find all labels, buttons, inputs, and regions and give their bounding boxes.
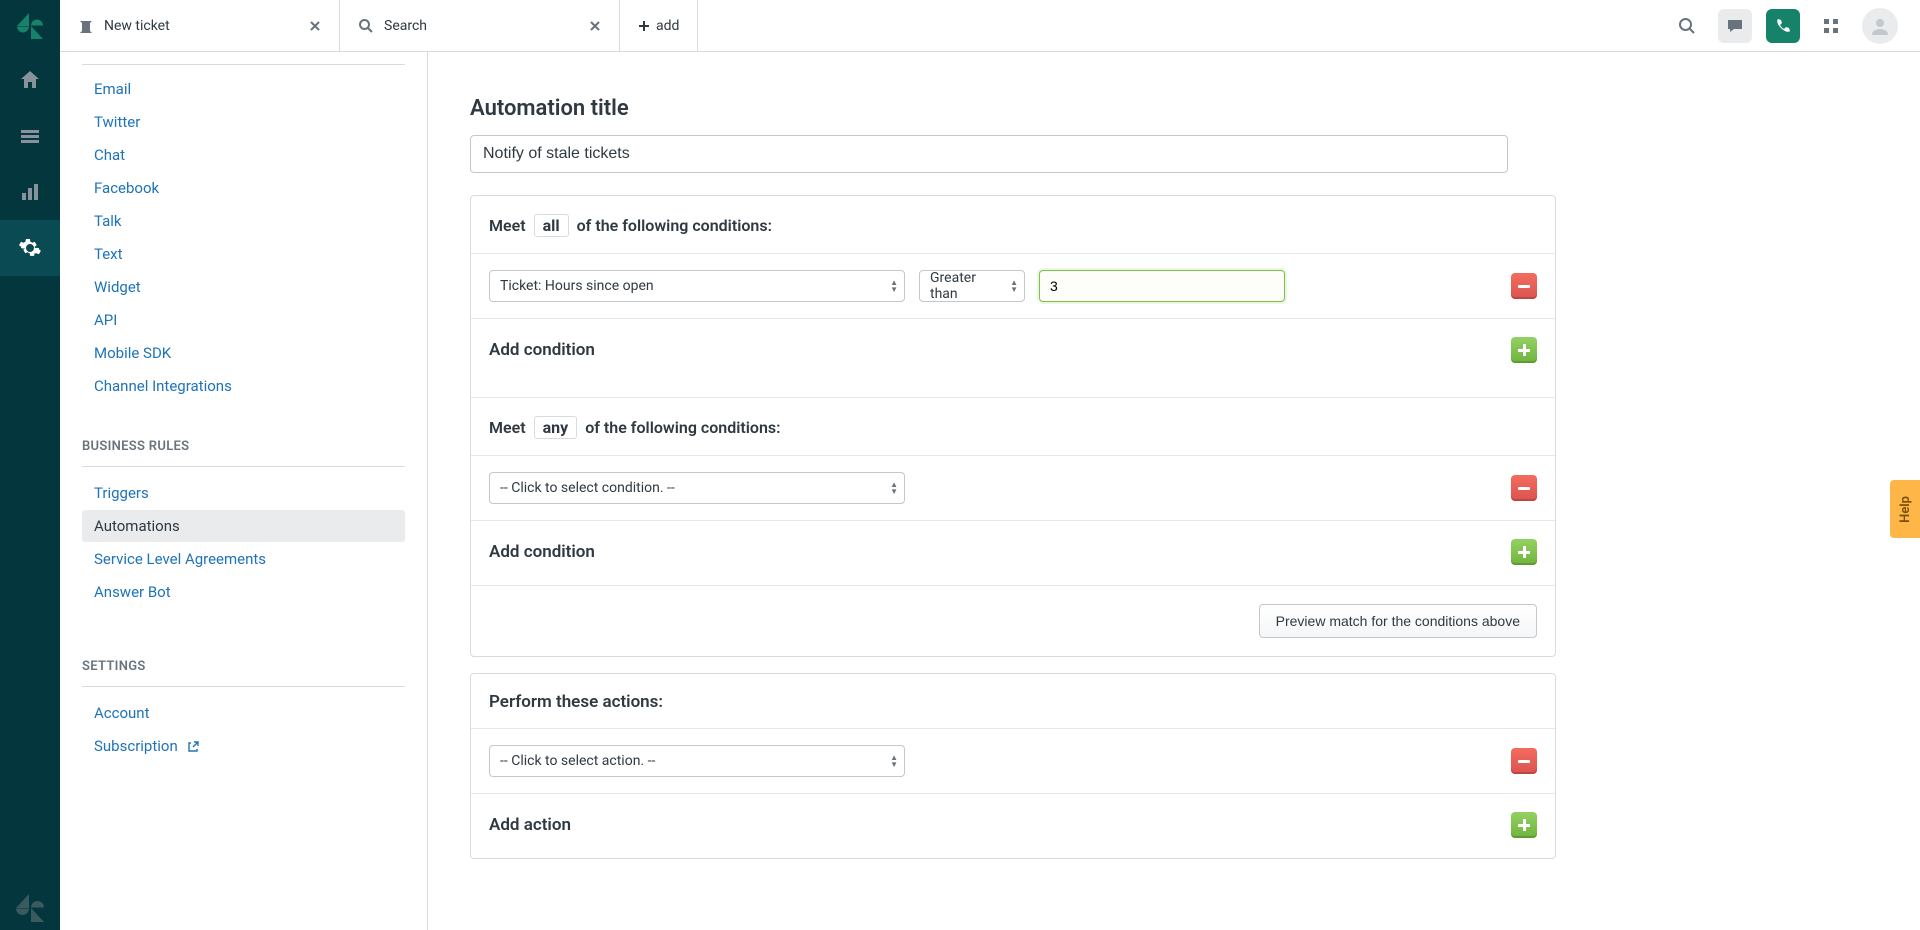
rail-views[interactable] — [0, 108, 60, 164]
condition-any-row: -- Click to select condition. -- ▲▼ — [471, 455, 1555, 520]
sidebar-channels-facebook[interactable]: Facebook — [82, 172, 405, 204]
pill-any: any — [534, 416, 578, 439]
actions-header-text: Perform these actions: — [489, 692, 663, 712]
tabs: New ticket Search add — [60, 0, 698, 51]
tab-add-label: add — [656, 18, 679, 34]
actions-card: Perform these actions: -- Click to selec… — [470, 673, 1556, 859]
meet-prefix: Meet — [489, 216, 526, 235]
chevron-updown-icon: ▲▼ — [890, 481, 898, 495]
condition-field-select[interactable]: Ticket: Hours since open ▲▼ — [489, 270, 905, 302]
avatar[interactable] — [1862, 8, 1898, 44]
help-label: Help — [1898, 496, 1913, 523]
chevron-updown-icon: ▲▼ — [890, 754, 898, 768]
action-select[interactable]: -- Click to select action. -- ▲▼ — [489, 745, 905, 777]
tab-title: Search — [384, 18, 427, 34]
condition-all-row: Ticket: Hours since open ▲▼ Greater than… — [471, 253, 1555, 318]
sidebar-settings-subscription-label: Subscription — [94, 737, 178, 755]
add-condition-button[interactable] — [1511, 337, 1537, 363]
sidebar-channels-api[interactable]: API — [82, 304, 405, 336]
add-condition-button[interactable] — [1511, 539, 1537, 565]
plus-icon — [638, 20, 650, 32]
phone-button[interactable] — [1766, 9, 1800, 43]
rail-admin[interactable] — [0, 220, 60, 276]
sidebar-channels-email[interactable]: Email — [82, 73, 405, 105]
sidebar-channels-widget[interactable]: Widget — [82, 271, 405, 303]
rail-reporting[interactable] — [0, 164, 60, 220]
meet-suffix: of the following conditions: — [585, 418, 780, 437]
chevron-updown-icon: ▲▼ — [890, 279, 898, 293]
meet-prefix: Meet — [489, 418, 526, 437]
tab-search[interactable]: Search — [340, 0, 620, 51]
condition-value-input[interactable] — [1039, 270, 1285, 302]
pill-all: all — [534, 214, 569, 237]
topbar: New ticket Search add — [60, 0, 1920, 52]
conditions-card: Meet all of the following conditions: Ti… — [470, 195, 1556, 657]
add-condition-all-row: Add condition — [471, 318, 1555, 365]
conditions-any-header: Meet any of the following conditions: — [471, 416, 1555, 455]
meet-suffix: of the following conditions: — [577, 216, 772, 235]
sidebar-channels-text[interactable]: Text — [82, 238, 405, 270]
zendesk-mark — [0, 894, 60, 922]
tab-new-ticket[interactable]: New ticket — [60, 0, 340, 51]
sidebar-br-sla[interactable]: Service Level Agreements — [82, 543, 405, 575]
sidebar-br-answerbot[interactable]: Answer Bot — [82, 576, 405, 608]
apps-button[interactable] — [1814, 9, 1848, 43]
sidebar-header-business-rules: BUSINESS RULES — [60, 403, 427, 466]
add-condition-any-row: Add condition — [471, 520, 1555, 567]
page-title: Automation title — [470, 96, 1878, 121]
left-rail — [0, 0, 60, 930]
sidebar-channels-integrations[interactable]: Channel Integrations — [82, 370, 405, 402]
action-row: -- Click to select action. -- ▲▼ — [471, 728, 1555, 793]
topbar-search-button[interactable] — [1670, 9, 1704, 43]
add-action-label: Add action — [489, 815, 571, 835]
remove-condition-button[interactable] — [1511, 475, 1537, 501]
condition-any-field-select[interactable]: -- Click to select condition. -- ▲▼ — [489, 472, 905, 504]
add-condition-label: Add condition — [489, 340, 595, 360]
sidebar-settings-subscription[interactable]: Subscription — [82, 730, 405, 762]
condition-operator-select[interactable]: Greater than ▲▼ — [919, 270, 1025, 302]
sidebar-channels-talk[interactable]: Talk — [82, 205, 405, 237]
zendesk-logo — [0, 0, 60, 52]
tab-title: New ticket — [104, 18, 170, 34]
sidebar-channels-chat[interactable]: Chat — [82, 139, 405, 171]
sidebar-channels-mobile-sdk[interactable]: Mobile SDK — [82, 337, 405, 369]
rail-home[interactable] — [0, 52, 60, 108]
chat-button[interactable] — [1718, 9, 1752, 43]
sidebar-channels-twitter[interactable]: Twitter — [82, 106, 405, 138]
action-select-value: -- Click to select action. -- — [500, 753, 655, 769]
add-action-row: Add action — [471, 793, 1555, 840]
sidebar-br-automations[interactable]: Automations — [82, 510, 405, 542]
condition-operator-value: Greater than — [930, 270, 996, 302]
admin-sidebar: Email Twitter Chat Facebook Talk Text Wi… — [60, 52, 428, 930]
sidebar-br-triggers[interactable]: Triggers — [82, 477, 405, 509]
sidebar-header-settings: SETTINGS — [60, 609, 427, 686]
sidebar-settings-account[interactable]: Account — [82, 697, 405, 729]
chevron-updown-icon: ▲▼ — [1010, 279, 1018, 293]
main-content: Automation title Meet all of the followi… — [428, 52, 1920, 930]
tab-add[interactable]: add — [620, 0, 698, 51]
automation-title-input[interactable] — [470, 135, 1508, 173]
conditions-all-header: Meet all of the following conditions: — [471, 214, 1555, 253]
add-condition-label: Add condition — [489, 542, 595, 562]
help-tab[interactable]: Help — [1890, 480, 1920, 538]
remove-action-button[interactable] — [1511, 748, 1537, 774]
remove-condition-button[interactable] — [1511, 273, 1537, 299]
actions-header: Perform these actions: — [471, 692, 1555, 728]
search-icon — [358, 18, 374, 34]
add-action-button[interactable] — [1511, 812, 1537, 838]
ticket-icon — [78, 18, 94, 34]
close-icon[interactable] — [585, 16, 605, 36]
external-link-icon — [187, 741, 199, 753]
close-icon[interactable] — [305, 16, 325, 36]
preview-match-button[interactable]: Preview match for the conditions above — [1259, 604, 1537, 638]
condition-any-field-value: -- Click to select condition. -- — [500, 480, 675, 496]
condition-field-value: Ticket: Hours since open — [500, 278, 654, 294]
